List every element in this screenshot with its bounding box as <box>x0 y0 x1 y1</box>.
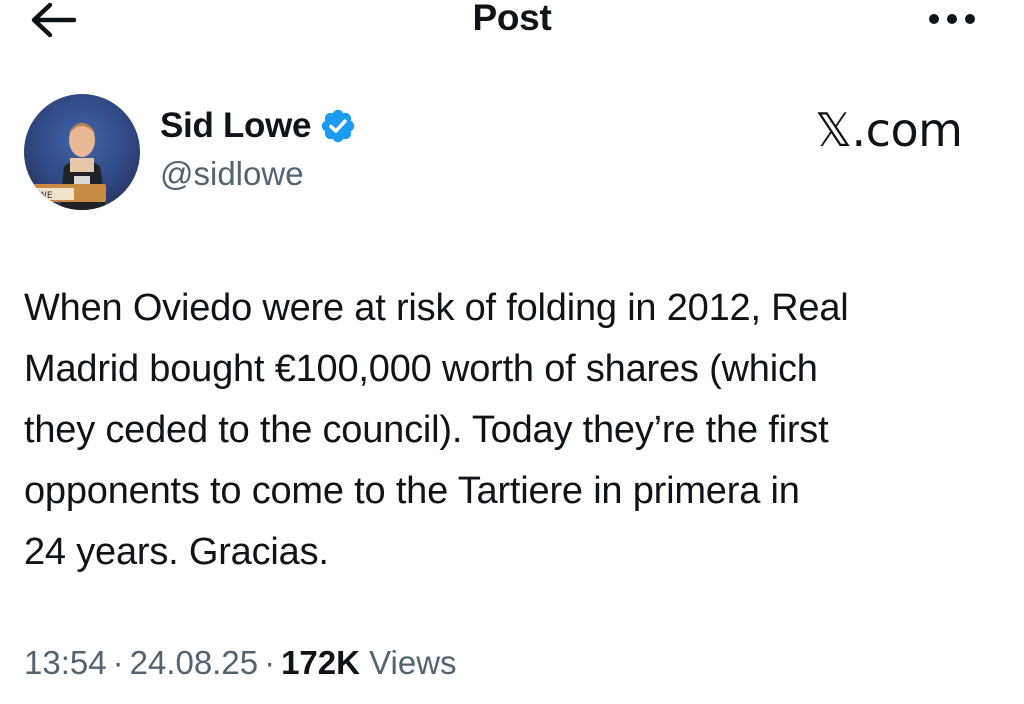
post-text-line: they ceded to the council). Today they’r… <box>24 409 829 451</box>
post-meta: 13:54 · 24.08.25 · 172K Views <box>24 644 457 682</box>
meta-separator: · <box>264 644 276 681</box>
author-name-row[interactable]: Sid Lowe <box>160 106 357 146</box>
meta-separator: · <box>112 644 124 681</box>
post-text-line: opponents to come to the Tartiere in pri… <box>24 470 800 512</box>
post-text-line: 24 years. Gracias. <box>24 531 329 573</box>
author-handle[interactable]: @sidlowe <box>160 155 304 193</box>
page-title: Post <box>472 0 552 38</box>
views-label[interactable]: Views <box>369 644 456 681</box>
post-text-line: When Oviedo were at risk of folding in 2… <box>24 287 849 329</box>
post-text: When Oviedo were at risk of folding in 2… <box>24 278 1014 583</box>
post-date[interactable]: 24.08.25 <box>130 644 258 681</box>
post-text-line: Madrid bought €100,000 worth of shares (… <box>24 348 818 390</box>
more-horizontal-icon <box>929 14 975 24</box>
views-count[interactable]: 172K <box>281 644 360 681</box>
post-time[interactable]: 13:54 <box>24 644 107 681</box>
avatar-photo: WE <box>24 94 140 210</box>
watermark: 𝕏.com <box>815 103 963 157</box>
verified-badge-icon <box>319 107 357 145</box>
top-bar: Post <box>0 0 1024 44</box>
more-button[interactable] <box>922 4 982 34</box>
avatar[interactable]: WE <box>24 94 140 210</box>
svg-text:WE: WE <box>38 191 53 201</box>
author-name: Sid Lowe <box>160 106 312 145</box>
